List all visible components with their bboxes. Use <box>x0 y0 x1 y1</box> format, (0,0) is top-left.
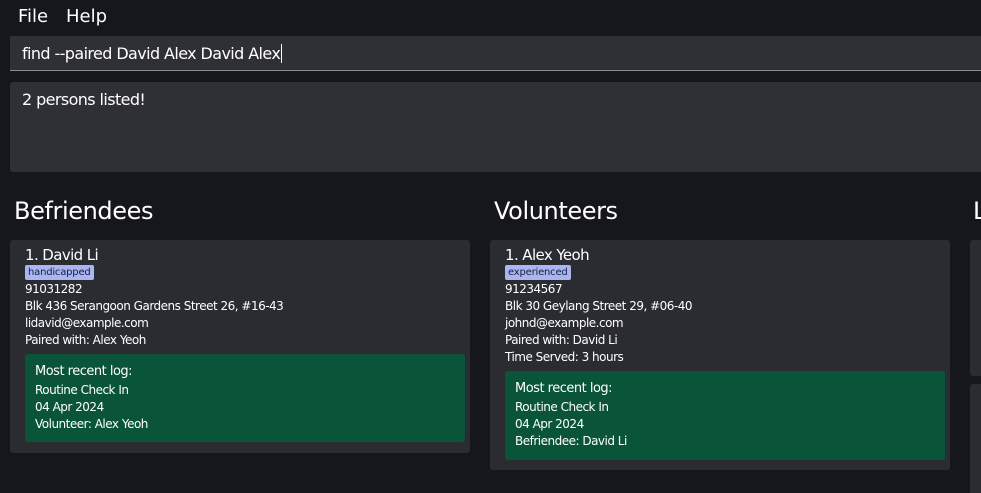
command-value: find --paired David Alex David Alex <box>22 44 281 63</box>
command-input-text: find --paired David Alex David Alex <box>22 44 283 63</box>
logs-heading: L <box>973 197 981 225</box>
log-date: 04 Apr 2024 <box>515 417 584 431</box>
result-text: 2 persons listed! <box>22 90 146 109</box>
log-title: Routine Check In <box>35 383 129 397</box>
befriendees-heading: Befriendees <box>14 197 154 225</box>
log-heading: Most recent log: <box>35 364 133 379</box>
volunteer-tag: experienced <box>505 265 571 280</box>
result-display[interactable]: 2 persons listed! <box>10 82 981 172</box>
log-volunteer: Volunteer: Alex Yeoh <box>35 417 148 431</box>
volunteers-heading: Volunteers <box>494 197 618 225</box>
volunteer-paired: Paired with: David Li <box>505 333 618 347</box>
befriendee-recent-log: Most recent log: Routine Check In 04 Apr… <box>25 354 465 442</box>
volunteer-name: 1. Alex Yeoh <box>505 246 590 264</box>
befriendee-card[interactable]: 1. David Li handicapped 91031282 Blk 436… <box>10 240 470 453</box>
befriendee-name: 1. David Li <box>25 246 99 264</box>
menu-help[interactable]: Help <box>66 6 107 27</box>
befriendee-email: lidavid@example.com <box>25 316 149 330</box>
volunteer-card[interactable]: 1. Alex Yeoh experienced 91234567 Blk 30… <box>490 240 950 470</box>
volunteer-address: Blk 30 Geylang Street 29, #06-40 <box>505 299 693 313</box>
log-card-partial[interactable] <box>970 240 981 376</box>
menu-bar: File Help <box>0 0 981 32</box>
log-heading: Most recent log: <box>515 381 613 396</box>
volunteer-phone: 91234567 <box>505 282 563 296</box>
text-caret <box>281 44 283 63</box>
volunteer-time-served: Time Served: 3 hours <box>505 350 624 364</box>
log-card-partial[interactable] <box>970 384 981 493</box>
command-input[interactable]: find --paired David Alex David Alex <box>10 36 981 71</box>
log-befriendee: Befriendee: David Li <box>515 434 627 448</box>
befriendee-paired: Paired with: Alex Yeoh <box>25 333 146 347</box>
log-title: Routine Check In <box>515 400 609 414</box>
volunteer-email: johnd@example.com <box>505 316 624 330</box>
volunteer-recent-log: Most recent log: Routine Check In 04 Apr… <box>505 371 945 460</box>
app-window: File Help find --paired David Alex David… <box>0 0 981 493</box>
befriendee-phone: 91031282 <box>25 282 83 296</box>
befriendee-address: Blk 436 Serangoon Gardens Street 26, #16… <box>25 299 284 313</box>
befriendee-tag: handicapped <box>25 265 94 280</box>
menu-file[interactable]: File <box>18 6 48 27</box>
log-date: 04 Apr 2024 <box>35 400 104 414</box>
